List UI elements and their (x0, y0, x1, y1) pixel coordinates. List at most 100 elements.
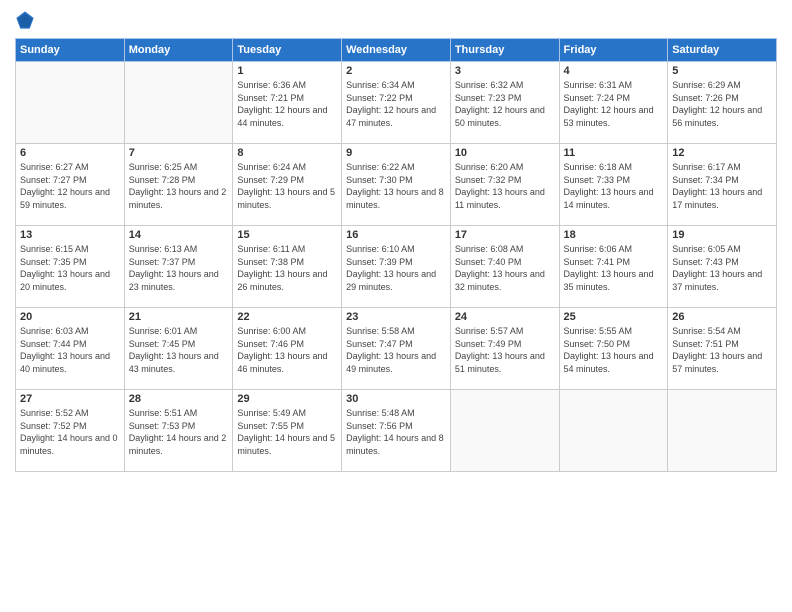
day-content: Sunrise: 6:32 AMSunset: 7:23 PMDaylight:… (455, 79, 555, 129)
calendar-week-row: 13 Sunrise: 6:15 AMSunset: 7:35 PMDayligh… (16, 226, 777, 308)
day-number: 18 (564, 229, 664, 241)
day-number: 11 (564, 147, 664, 159)
calendar-cell: 29Sunrise: 5:49 AMSunset: 7:55 PMDayligh… (233, 390, 342, 472)
calendar-cell: 24 Sunrise: 5:57 AMSunset: 7:49 PMDayligh… (450, 308, 559, 390)
day-content: Sunrise: 6:31 AMSunset: 7:24 PMDaylight:… (564, 79, 664, 129)
calendar-cell: 13 Sunrise: 6:15 AMSunset: 7:35 PMDayligh… (16, 226, 125, 308)
day-number: 5 (672, 65, 772, 77)
calendar-cell: 17 Sunrise: 6:08 AMSunset: 7:40 PMDayligh… (450, 226, 559, 308)
day-number: 9 (346, 147, 446, 159)
logo (15, 10, 39, 30)
calendar-cell: 7Sunrise: 6:25 AMSunset: 7:28 PMDaylight… (124, 144, 233, 226)
calendar-day-header: Wednesday (342, 39, 451, 62)
day-content: Sunrise: 6:17 AMSunset: 7:34 PMDaylight:… (672, 161, 772, 211)
day-content: Sunrise: 5:54 AMSunset: 7:51 PMDaylight:… (672, 325, 772, 375)
day-number: 10 (455, 147, 555, 159)
calendar-cell: 1 Sunrise: 6:36 AMSunset: 7:21 PMDaylight… (233, 62, 342, 144)
calendar-cell: 8 Sunrise: 6:24 AMSunset: 7:29 PMDaylight… (233, 144, 342, 226)
calendar-day-header: Tuesday (233, 39, 342, 62)
day-number: 19 (672, 229, 772, 241)
day-number: 13 (20, 229, 120, 241)
day-content: Sunrise: 5:57 AMSunset: 7:49 PMDaylight:… (455, 325, 555, 375)
calendar-cell: 14 Sunrise: 6:13 AMSunset: 7:37 PMDayligh… (124, 226, 233, 308)
calendar-cell: 5Sunrise: 6:29 AMSunset: 7:26 PMDaylight… (668, 62, 777, 144)
calendar-cell (559, 390, 668, 472)
calendar-cell: 21Sunrise: 6:01 AMSunset: 7:45 PMDayligh… (124, 308, 233, 390)
calendar-cell: 16 Sunrise: 6:10 AMSunset: 7:39 PMDayligh… (342, 226, 451, 308)
calendar-cell: 26 Sunrise: 5:54 AMSunset: 7:51 PMDayligh… (668, 308, 777, 390)
header (15, 10, 777, 30)
day-number: 22 (237, 311, 337, 323)
calendar-week-row: 1 Sunrise: 6:36 AMSunset: 7:21 PMDaylight… (16, 62, 777, 144)
day-content: Sunrise: 5:49 AMSunset: 7:55 PMDaylight:… (237, 407, 337, 457)
day-number: 2 (346, 65, 446, 77)
calendar-cell: 6 Sunrise: 6:27 AMSunset: 7:27 PMDaylight… (16, 144, 125, 226)
calendar-cell: 15 Sunrise: 6:11 AMSunset: 7:38 PMDayligh… (233, 226, 342, 308)
day-content: Sunrise: 6:25 AMSunset: 7:28 PMDaylight:… (129, 161, 229, 211)
day-content: Sunrise: 6:06 AMSunset: 7:41 PMDaylight:… (564, 243, 664, 293)
day-content: Sunrise: 6:18 AMSunset: 7:33 PMDaylight:… (564, 161, 664, 211)
day-number: 25 (564, 311, 664, 323)
day-number: 20 (20, 311, 120, 323)
calendar-cell: 10 Sunrise: 6:20 AMSunset: 7:32 PMDayligh… (450, 144, 559, 226)
calendar-cell: 3Sunrise: 6:32 AMSunset: 7:23 PMDaylight… (450, 62, 559, 144)
calendar-cell (450, 390, 559, 472)
day-content: Sunrise: 6:11 AMSunset: 7:38 PMDaylight:… (237, 243, 337, 293)
day-content: Sunrise: 5:51 AMSunset: 7:53 PMDaylight:… (129, 407, 229, 457)
day-content: Sunrise: 6:05 AMSunset: 7:43 PMDaylight:… (672, 243, 772, 293)
day-number: 14 (129, 229, 229, 241)
logo-icon (15, 10, 35, 30)
calendar-cell: 19 Sunrise: 6:05 AMSunset: 7:43 PMDayligh… (668, 226, 777, 308)
day-content: Sunrise: 6:13 AMSunset: 7:37 PMDaylight:… (129, 243, 229, 293)
calendar-day-header: Monday (124, 39, 233, 62)
day-number: 16 (346, 229, 446, 241)
calendar-day-header: Thursday (450, 39, 559, 62)
day-number: 23 (346, 311, 446, 323)
calendar-cell: 18 Sunrise: 6:06 AMSunset: 7:41 PMDayligh… (559, 226, 668, 308)
calendar-week-row: 20 Sunrise: 6:03 AMSunset: 7:44 PMDayligh… (16, 308, 777, 390)
day-number: 1 (237, 65, 337, 77)
day-content: Sunrise: 6:20 AMSunset: 7:32 PMDaylight:… (455, 161, 555, 211)
day-number: 4 (564, 65, 664, 77)
calendar-day-header: Friday (559, 39, 668, 62)
day-number: 30 (346, 393, 446, 405)
day-content: Sunrise: 6:22 AMSunset: 7:30 PMDaylight:… (346, 161, 446, 211)
calendar-cell: 23 Sunrise: 5:58 AMSunset: 7:47 PMDayligh… (342, 308, 451, 390)
calendar-cell: 4 Sunrise: 6:31 AMSunset: 7:24 PMDaylight… (559, 62, 668, 144)
day-number: 6 (20, 147, 120, 159)
calendar-cell: 2 Sunrise: 6:34 AMSunset: 7:22 PMDaylight… (342, 62, 451, 144)
day-content: Sunrise: 6:15 AMSunset: 7:35 PMDaylight:… (20, 243, 120, 293)
day-content: Sunrise: 6:27 AMSunset: 7:27 PMDaylight:… (20, 161, 120, 211)
calendar-day-header: Sunday (16, 39, 125, 62)
day-number: 27 (20, 393, 120, 405)
calendar-day-header: Saturday (668, 39, 777, 62)
calendar-cell: 9 Sunrise: 6:22 AMSunset: 7:30 PMDaylight… (342, 144, 451, 226)
day-content: Sunrise: 6:24 AMSunset: 7:29 PMDaylight:… (237, 161, 337, 211)
calendar-cell (668, 390, 777, 472)
day-number: 21 (129, 311, 229, 323)
day-content: Sunrise: 5:48 AMSunset: 7:56 PMDaylight:… (346, 407, 446, 457)
calendar-header-row: SundayMondayTuesdayWednesdayThursdayFrid… (16, 39, 777, 62)
calendar-cell: 27 Sunrise: 5:52 AMSunset: 7:52 PMDayligh… (16, 390, 125, 472)
calendar-cell: 22Sunrise: 6:00 AMSunset: 7:46 PMDayligh… (233, 308, 342, 390)
day-number: 24 (455, 311, 555, 323)
calendar-table: SundayMondayTuesdayWednesdayThursdayFrid… (15, 38, 777, 472)
calendar-cell: 30 Sunrise: 5:48 AMSunset: 7:56 PMDayligh… (342, 390, 451, 472)
day-content: Sunrise: 5:58 AMSunset: 7:47 PMDaylight:… (346, 325, 446, 375)
calendar-cell: 12 Sunrise: 6:17 AMSunset: 7:34 PMDayligh… (668, 144, 777, 226)
day-content: Sunrise: 6:34 AMSunset: 7:22 PMDaylight:… (346, 79, 446, 129)
calendar-week-row: 27 Sunrise: 5:52 AMSunset: 7:52 PMDayligh… (16, 390, 777, 472)
calendar-cell: 28 Sunrise: 5:51 AMSunset: 7:53 PMDayligh… (124, 390, 233, 472)
day-content: Sunrise: 6:36 AMSunset: 7:21 PMDaylight:… (237, 79, 337, 129)
day-content: Sunrise: 5:52 AMSunset: 7:52 PMDaylight:… (20, 407, 120, 457)
day-number: 17 (455, 229, 555, 241)
day-number: 26 (672, 311, 772, 323)
day-content: Sunrise: 6:08 AMSunset: 7:40 PMDaylight:… (455, 243, 555, 293)
day-number: 12 (672, 147, 772, 159)
day-number: 8 (237, 147, 337, 159)
day-number: 28 (129, 393, 229, 405)
day-content: Sunrise: 6:03 AMSunset: 7:44 PMDaylight:… (20, 325, 120, 375)
day-number: 15 (237, 229, 337, 241)
day-content: Sunrise: 6:10 AMSunset: 7:39 PMDaylight:… (346, 243, 446, 293)
day-content: Sunrise: 5:55 AMSunset: 7:50 PMDaylight:… (564, 325, 664, 375)
